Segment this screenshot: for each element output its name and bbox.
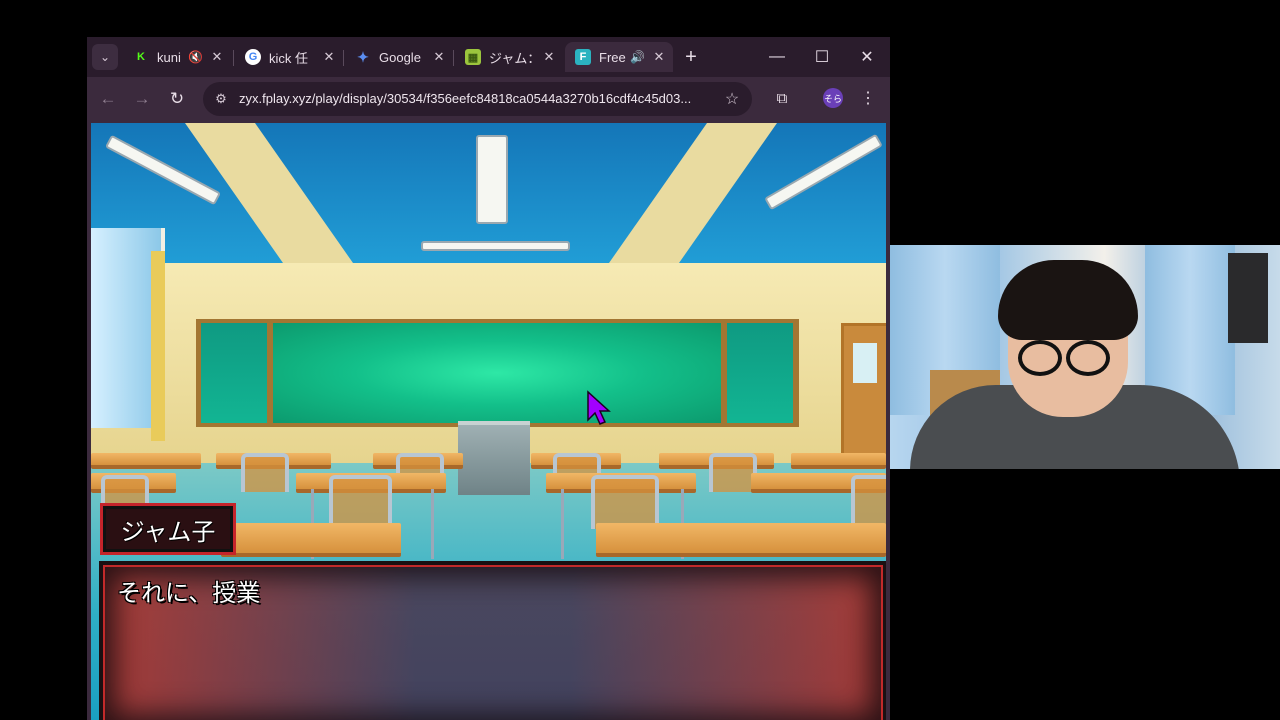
chair (709, 453, 757, 492)
back-button[interactable]: ← (95, 86, 121, 112)
maximize-button[interactable]: ☐ (800, 43, 844, 71)
tab-divider (343, 50, 344, 66)
webcam-hanging-clothes (1228, 253, 1268, 343)
gemini-favicon-icon: ✦ (357, 48, 369, 65)
speaker-name: ジャム子 (120, 517, 216, 546)
mouse-cursor-icon (587, 390, 611, 425)
minimize-button[interactable]: — (755, 43, 799, 71)
door-window (853, 343, 877, 383)
muted-speaker-icon[interactable]: 🔇 (188, 50, 203, 64)
desk-leg (561, 489, 564, 559)
browser-toolbar: ← → ↻ ⚙ zyx.fplay.xyz/play/display/30534… (87, 77, 890, 121)
close-tab-icon[interactable]: ✕ (321, 49, 337, 65)
reload-button[interactable]: ↻ (164, 86, 190, 112)
close-window-button[interactable]: ✕ (845, 43, 889, 71)
ceiling-light (421, 241, 570, 251)
browser-menu-icon[interactable]: ⋮ (858, 87, 878, 109)
chair (851, 475, 886, 529)
forward-button[interactable]: → (129, 86, 155, 112)
address-bar[interactable]: ⚙ zyx.fplay.xyz/play/display/30534/f356e… (203, 82, 752, 116)
new-tab-button[interactable]: + (680, 46, 702, 68)
kick-favicon-icon: K (137, 51, 145, 63)
site-info-icon[interactable]: ⚙ (213, 91, 229, 107)
tab-title: Free (599, 49, 626, 65)
game-viewport[interactable]: ジャム子 それに、授業 (91, 123, 886, 720)
tab-title: ジャム： (489, 50, 541, 66)
chair (329, 475, 392, 529)
fplay-favicon-icon: F (575, 49, 591, 65)
ceiling-light (476, 135, 508, 224)
tab-free-active[interactable]: F Free 🔊 ✕ (565, 42, 673, 72)
tab-divider (453, 50, 454, 66)
profile-avatar[interactable]: そら (823, 88, 843, 108)
extensions-icon[interactable]: ⧉ (771, 87, 793, 109)
tab-strip: ⌄ K kuni 🔇 ✕ G kick 任 ✕ ✦ Google ✕ ▦ ジャム… (87, 37, 890, 77)
glasses-icon (1066, 340, 1110, 376)
curtain (151, 251, 165, 441)
tab-divider (233, 50, 234, 66)
speaker-icon[interactable]: 🔊 (630, 50, 645, 64)
tab-kick-search[interactable]: G kick 任 ✕ (235, 42, 343, 72)
url-text[interactable]: zyx.fplay.xyz/play/display/30534/f356eef… (239, 91, 709, 106)
tab-google[interactable]: ✦ Google ✕ (345, 42, 453, 72)
google-favicon-icon: G (245, 49, 261, 65)
webcam-feed (890, 245, 1280, 469)
close-tab-icon[interactable]: ✕ (431, 49, 447, 65)
streamer-hair (998, 260, 1138, 340)
tab-title: kuni (157, 49, 181, 65)
dialogue-box[interactable]: それに、授業 (99, 561, 886, 720)
tab-title: kick 任 (269, 50, 309, 66)
tab-kuni[interactable]: K kuni 🔇 ✕ (123, 42, 231, 72)
chair (591, 475, 659, 529)
browser-window: ⌄ K kuni 🔇 ✕ G kick 任 ✕ ✦ Google ✕ ▦ ジャム… (87, 37, 890, 720)
close-tab-icon[interactable]: ✕ (541, 49, 557, 65)
teacher-podium (458, 421, 530, 495)
glasses-icon (1018, 340, 1062, 376)
tab-jam[interactable]: ▦ ジャム： ✕ (455, 42, 563, 72)
chalkboard-side-panel (201, 323, 267, 423)
close-tab-icon[interactable]: ✕ (209, 49, 225, 65)
dialogue-text: それに、授業 (117, 579, 261, 607)
chair (241, 453, 289, 492)
desk (91, 453, 201, 469)
bookmark-star-icon[interactable]: ☆ (723, 90, 741, 108)
game-favicon-icon: ▦ (465, 49, 481, 65)
chalkboard-side-panel (727, 323, 793, 423)
tab-search-icon[interactable]: ⌄ (92, 44, 118, 70)
desk (791, 453, 886, 469)
speaker-name-box: ジャム子 (100, 503, 236, 555)
desk (596, 523, 886, 557)
desk-leg (431, 489, 434, 559)
close-tab-icon[interactable]: ✕ (651, 49, 667, 65)
tab-title: Google (379, 49, 421, 65)
desk (221, 523, 401, 557)
chalkboard (273, 323, 721, 423)
